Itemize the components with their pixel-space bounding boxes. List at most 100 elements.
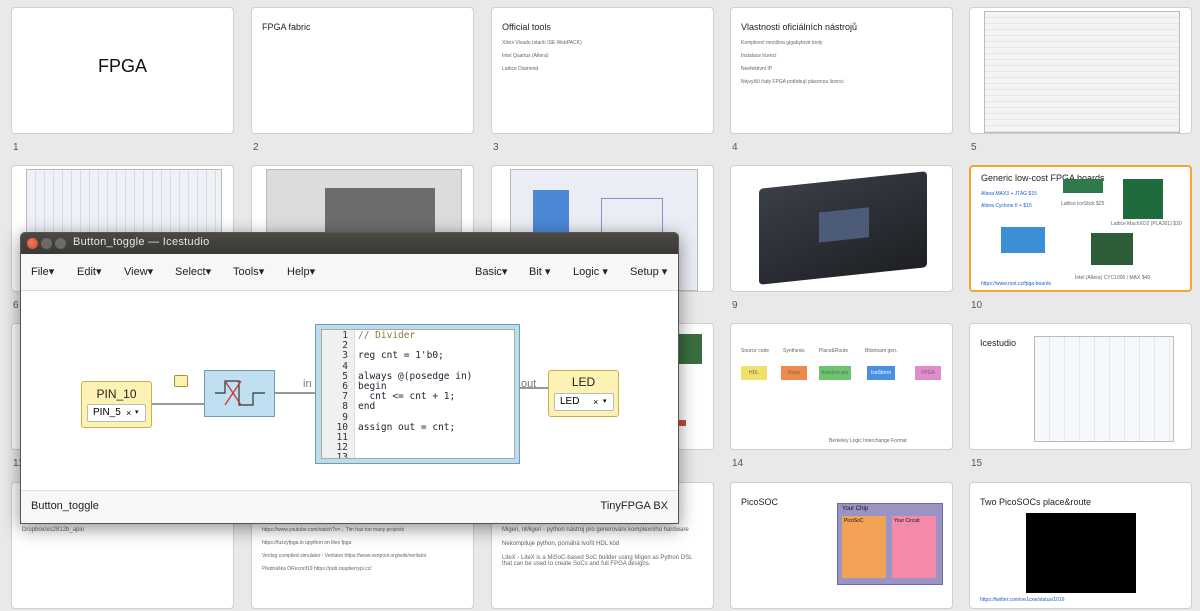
- slide-thumbnail[interactable]: Official tools Xilinx Vivado (starší ISE…: [491, 7, 714, 134]
- status-project-name: Button_toggle: [31, 500, 99, 512]
- code-text: end: [358, 401, 376, 413]
- flow-box: HDL: [741, 366, 767, 380]
- menu-edit[interactable]: Edit▾: [77, 265, 102, 278]
- board-photo: [759, 171, 927, 285]
- flow-box: FPGA: [915, 366, 941, 380]
- slide-number: 14: [732, 458, 744, 469]
- slide-number: 10: [971, 300, 983, 311]
- chevron-down-icon[interactable]: ▾: [603, 394, 607, 410]
- slide-text: https://fuzzyfpga.io upython on litex fp…: [262, 540, 352, 546]
- minimize-icon[interactable]: [41, 238, 52, 249]
- menu-basic[interactable]: Basic▾: [475, 265, 507, 278]
- clear-icon[interactable]: ×: [593, 394, 598, 410]
- title-bar[interactable]: Button_toggle — Icestudio: [21, 233, 678, 254]
- slide-thumbnail-selected[interactable]: Generic low-cost FPGA boards Altera MAX3…: [969, 165, 1192, 292]
- menu-bit[interactable]: Bit ▾: [529, 265, 550, 278]
- slide-title: FPGA: [97, 56, 147, 76]
- diagram-label: Your Chip: [842, 506, 869, 512]
- port-in-label: in: [303, 378, 312, 390]
- port-out-label: out: [521, 378, 537, 390]
- code-lines: 1// Divider 2 3 reg cnt = 1'b0; 4 5 always @(p…: [322, 330, 473, 458]
- chevron-down-icon[interactable]: ▾: [135, 405, 139, 421]
- slide-text: Lattice Diamond: [502, 66, 539, 72]
- slide-text: Synthesis: [783, 348, 805, 354]
- slide-title: Icestudio: [980, 338, 1017, 348]
- slide-text: Přednáška OReconf19 https://pub.raspberr…: [262, 566, 372, 572]
- slide-text: Intel Quartus (Altera): [502, 53, 549, 59]
- slide-title: Vlastnosti oficiálních nástrojů: [741, 22, 858, 32]
- close-icon[interactable]: [27, 238, 38, 249]
- menu-select[interactable]: Select▾: [175, 265, 211, 278]
- slide-text: Instalace licencí: [741, 53, 777, 59]
- slide-text: https://www.youtube.com/watch?v=... Tim …: [262, 527, 405, 533]
- slide-text: Place&Route: [819, 348, 849, 354]
- code-editor[interactable]: 1// Divider 2 3 reg cnt = 1'b0; 4 5 always @(p…: [321, 329, 515, 459]
- slide-thumbnail[interactable]: FPGA fabric: [251, 7, 474, 134]
- slide-text: Lattice MachXO2 (PLA301) $30: [1111, 221, 1182, 227]
- slide-text: Altera MAX3 + JTAG $15: [981, 191, 1037, 197]
- slide-text: Altera Cyclone II + $15: [981, 203, 1032, 209]
- board-photo: [1063, 179, 1103, 193]
- slide-text: Komplexní množina gigabytové tooly: [741, 40, 823, 46]
- screenshot-image: [1034, 336, 1174, 442]
- menu-help[interactable]: Help▾: [287, 265, 315, 278]
- slide-text: Neefektivní IP: [741, 66, 773, 72]
- slide-title: Two PicoSOCs place&route: [980, 497, 1092, 507]
- output-pin-select[interactable]: LED × ▾: [554, 393, 614, 411]
- slide-link[interactable]: https://www.root.cz/fpga-boards: [981, 281, 1051, 287]
- slide-number: 4: [732, 142, 738, 153]
- window-title: Button_toggle — Icestudio: [73, 236, 210, 248]
- code-line: 13: [322, 453, 472, 458]
- slide-text: Lattice IceStick $25: [1061, 201, 1105, 207]
- pull-up-toggle[interactable]: [174, 375, 188, 387]
- slide-title: FPGA fabric: [262, 22, 311, 32]
- slide-text: LiteX - LiteX is a MiSoC-based SoC build…: [502, 555, 693, 567]
- slide-thumbnail[interactable]: Two PicoSOCs place&route https://twitter…: [969, 482, 1192, 609]
- slide-thumbnail[interactable]: PicoSOC Your Chip PicoSoC Your Circuit: [730, 482, 953, 609]
- menu-logic[interactable]: Logic ▾: [573, 265, 608, 278]
- slide-number: 9: [732, 300, 738, 311]
- status-board-name[interactable]: TinyFPGA BX: [601, 500, 668, 512]
- slide-number: 6: [13, 300, 19, 311]
- code-block[interactable]: 1// Divider 2 3 reg cnt = 1'b0; 4 5 always @(p…: [315, 324, 520, 464]
- slide-number: 3: [493, 142, 499, 153]
- menu-file[interactable]: File▾: [31, 265, 54, 278]
- slide-thumbnail[interactable]: FPGA: [11, 7, 234, 134]
- slide-title: Official tools: [502, 22, 551, 32]
- output-pin-block[interactable]: LED LED × ▾: [548, 370, 619, 417]
- slide-number: 5: [971, 142, 977, 153]
- design-canvas[interactable]: PIN_10 PIN_5 × ▾ in 1// Divider 2 3 reg cnt…: [21, 291, 678, 491]
- slide-text: Nejvyšší řady FPGA potřebují placenou li…: [741, 79, 844, 85]
- input-pin-block[interactable]: PIN_10 PIN_5 × ▾: [81, 381, 152, 428]
- slide-text: Bitstream gen.: [865, 348, 898, 354]
- menu-view[interactable]: View▾: [124, 265, 153, 278]
- clear-icon[interactable]: ×: [126, 405, 131, 421]
- slide-text: Migen, nMigen - python nástroj pro gener…: [502, 527, 689, 533]
- slide-thumbnail[interactable]: Source code Synthesis Place&Route Bitstr…: [730, 323, 953, 450]
- menu-tools[interactable]: Tools▾: [233, 265, 264, 278]
- input-pin-select[interactable]: PIN_5 × ▾: [87, 404, 146, 422]
- slide-text: Berkeley Logic Interchange Format: [829, 438, 907, 444]
- code-text: // Divider: [358, 330, 416, 341]
- slide-link[interactable]: https://twitter.com/oe1cxw/status/1016: [980, 597, 1065, 603]
- flow-box: Yosys: [781, 366, 807, 380]
- output-pin-label: LED: [571, 375, 596, 389]
- slide-number: 1: [13, 142, 19, 153]
- menu-setup[interactable]: Setup ▾: [630, 265, 667, 278]
- slide-thumbnail[interactable]: [969, 7, 1192, 134]
- input-pin-label: PIN_10: [96, 387, 137, 401]
- code-line: 8 end: [322, 402, 472, 412]
- board-photo: [1123, 179, 1163, 219]
- diagram-label: Your Circuit: [894, 518, 920, 524]
- maximize-icon[interactable]: [55, 238, 66, 249]
- slide-thumbnail[interactable]: Icestudio: [969, 323, 1192, 450]
- slide-thumbnail[interactable]: Vlastnosti oficiálních nástrojů Komplexn…: [730, 7, 953, 134]
- menu-bar: File▾ Edit▾ View▾ Select▾ Tools▾ Help▾ B…: [21, 254, 678, 291]
- slide-text: Verilog compiled simulator - Verilator h…: [262, 553, 427, 559]
- slide-number: 2: [253, 142, 259, 153]
- generic-block[interactable]: [204, 370, 275, 417]
- flow-box: Arachne-pnr: [819, 366, 851, 380]
- slide-number: 15: [971, 458, 983, 469]
- slide-thumbnail[interactable]: [730, 165, 953, 292]
- diagram-label: PicoSoC: [844, 518, 864, 524]
